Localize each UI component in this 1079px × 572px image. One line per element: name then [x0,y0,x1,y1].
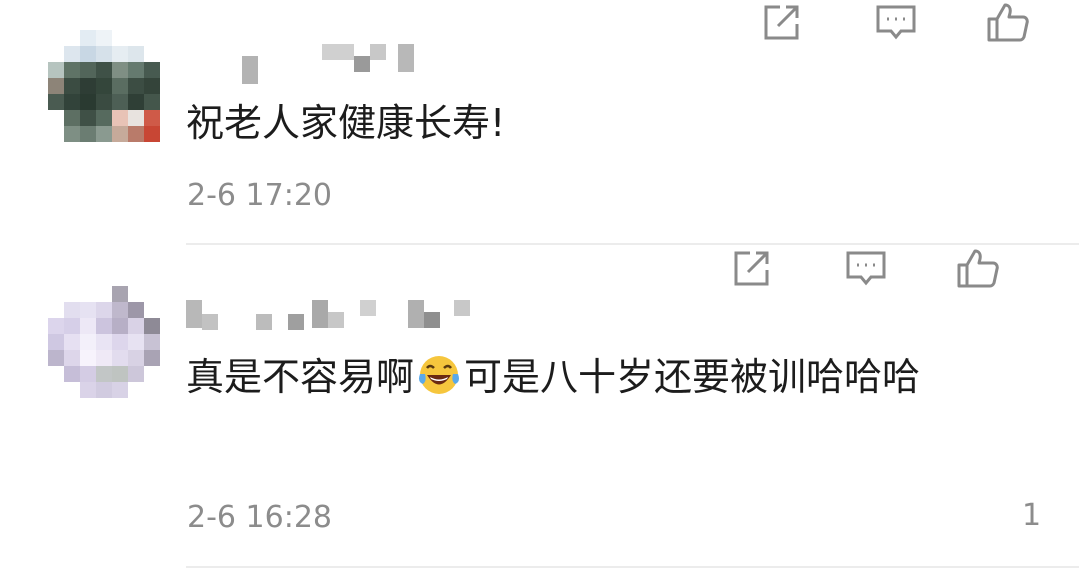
thumbs-up-icon [957,249,999,288]
share-button[interactable] [730,246,780,296]
share-button[interactable] [760,0,810,50]
username[interactable] [186,44,414,84]
like-button[interactable] [986,0,1036,50]
share-icon [734,251,769,286]
comment-time: 2-6 16:28 [187,500,332,535]
comment-icon [846,251,886,286]
like-count: 1 [1022,498,1042,533]
thumbs-up-icon [987,3,1029,42]
divider [186,566,1079,568]
like-button[interactable] [956,246,1006,296]
avatar[interactable] [48,30,160,142]
comment-text: 真是不容易啊 可是八十岁还要被训哈哈哈 [186,346,1026,408]
divider [186,243,1079,245]
comment-text-part: 真是不容易啊 [186,355,415,399]
comment-icon [876,5,916,40]
username[interactable] [186,300,470,340]
laughing-tears-emoji-icon [419,356,460,394]
comment-item: 真是不容易啊 可是八十岁还要被训哈哈哈 2-6 16:28 1 [0,246,1079,572]
comment-text: 祝老人家健康长寿! [186,101,506,145]
comment-item: 祝老人家健康长寿! 2-6 17:20 [0,0,1079,246]
avatar[interactable] [48,286,160,398]
share-icon [764,5,799,40]
reply-button[interactable] [844,246,894,296]
reply-button[interactable] [874,0,924,50]
comment-text-part: 可是八十岁还要被训哈哈哈 [464,355,921,399]
comment-time: 2-6 17:20 [187,178,332,213]
